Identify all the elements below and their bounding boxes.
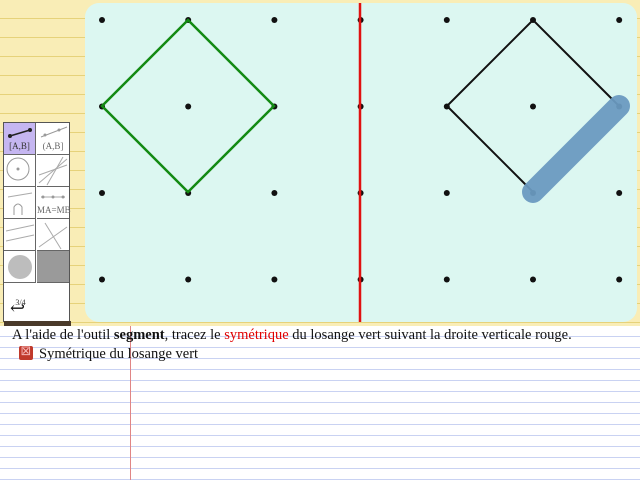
instruction-red: symétrique: [224, 327, 289, 343]
highlighted-segment: [522, 95, 630, 203]
grid-figure: [99, 3, 630, 322]
grid-dot[interactable]: [616, 190, 623, 196]
angle-tool[interactable]: [4, 187, 36, 219]
grid-dot[interactable]: [616, 276, 623, 283]
grid-dot[interactable]: [616, 17, 623, 23]
segment-tool[interactable]: [A,B]: [4, 123, 36, 155]
perpendicular-tool[interactable]: [37, 219, 69, 251]
task-label: Symétrique du losange vert: [39, 346, 199, 362]
ray-tool-label: (A,B]: [42, 141, 64, 151]
tool-palette: [A,B] (A,B] MA=MB 3/4 ↩: [3, 122, 71, 327]
grid-dot[interactable]: [271, 190, 278, 196]
ray-tool[interactable]: (A,B]: [37, 123, 69, 155]
grid-dot[interactable]: [530, 276, 536, 283]
gray-tool[interactable]: [37, 251, 69, 283]
parallel-tool[interactable]: [4, 219, 36, 251]
task-item: ⊠ Symétrique du losange vert: [19, 344, 199, 363]
close-icon: ⊠: [19, 344, 33, 360]
grid-dot[interactable]: [99, 17, 105, 23]
instruction-bold: segment: [113, 327, 165, 343]
midpoint-tool[interactable]: MA=MB: [37, 187, 71, 219]
grid-dot[interactable]: [185, 103, 192, 110]
instruction-part3: du losange vert suivant la droite vertic…: [288, 327, 572, 343]
lines-tool[interactable]: [37, 155, 69, 187]
midpoint-tool-label: MA=MB: [37, 205, 71, 215]
instruction-text: A l'aide de l'outil segment, tracez le s…: [12, 327, 572, 344]
grid-dot[interactable]: [530, 103, 536, 110]
grid-dot[interactable]: [99, 276, 105, 283]
grid-dot[interactable]: [443, 276, 450, 283]
grid-dot[interactable]: [271, 17, 278, 23]
grid-dot[interactable]: [443, 17, 450, 23]
grid-dot[interactable]: [99, 190, 105, 196]
grid-dot[interactable]: [443, 190, 450, 196]
segment-tool-label: [A,B]: [9, 141, 30, 151]
drawing-canvas[interactable]: [85, 3, 637, 322]
circle-tool[interactable]: [4, 155, 36, 187]
instruction-part1: A l'aide de l'outil: [12, 327, 114, 343]
fill-tool[interactable]: [4, 251, 36, 283]
undo-button[interactable]: ↩: [10, 299, 25, 317]
grid-dot[interactable]: [271, 276, 278, 283]
instruction-part2: , tracez le: [164, 327, 225, 343]
grid-dot[interactable]: [185, 276, 192, 283]
